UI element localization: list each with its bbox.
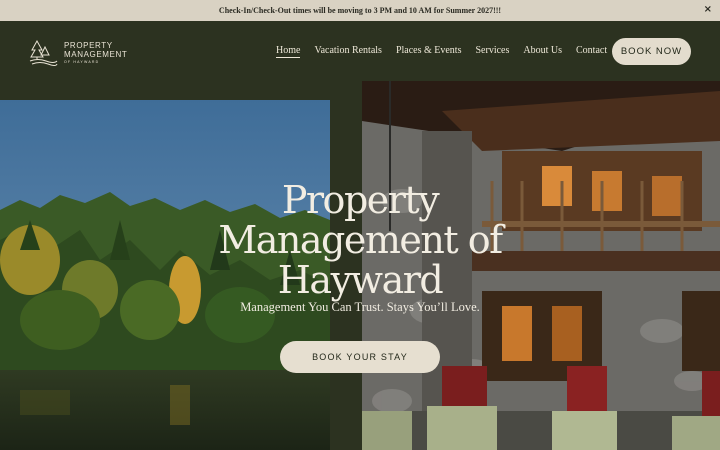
nav-item-about-us[interactable]: About Us [523, 45, 562, 58]
nav-item-vacation-rentals[interactable]: Vacation Rentals [314, 45, 381, 58]
logo-line-1: PROPERTY [64, 40, 113, 50]
book-now-button[interactable]: BOOK NOW [612, 38, 691, 65]
hero-title-line-1: Property [281, 178, 440, 222]
close-icon[interactable]: × [704, 4, 712, 16]
book-your-stay-button[interactable]: BOOK YOUR STAY [280, 341, 440, 373]
nav-item-places-events[interactable]: Places & Events [396, 45, 462, 58]
main-nav: Home Vacation Rentals Places & Events Se… [276, 45, 607, 58]
nav-item-services[interactable]: Services [475, 45, 509, 58]
logo[interactable]: PROPERTY MANAGEMENT OF HAYWARD [28, 37, 127, 67]
hero-subtitle: Management You Can Trust. Stays You’ll L… [240, 300, 480, 314]
hero-title-line-3: Hayward [277, 258, 444, 302]
announcement-text: Check-In/Check-Out times will be moving … [218, 6, 502, 15]
nav-item-contact[interactable]: Contact [576, 45, 607, 58]
hero-title-line-2: Management of [218, 218, 503, 262]
site-header: PROPERTY MANAGEMENT OF HAYWARD Home Vaca… [0, 21, 720, 81]
logo-text: PROPERTY MANAGEMENT OF HAYWARD [64, 41, 127, 64]
hero-title: Property Management of Hayward [180, 180, 540, 300]
nav-item-home[interactable]: Home [276, 45, 301, 58]
announcement-bar: Check-In/Check-Out times will be moving … [0, 0, 720, 21]
pine-tree-logo-icon [29, 39, 58, 66]
logo-line-2: MANAGEMENT [64, 49, 128, 59]
logo-line-3: OF HAYWARD [64, 59, 100, 64]
